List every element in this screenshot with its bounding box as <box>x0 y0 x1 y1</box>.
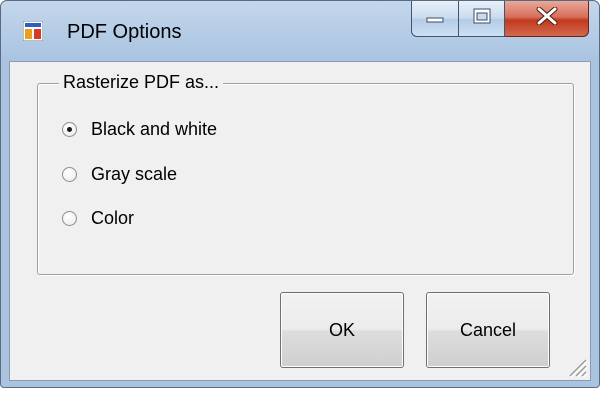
dialog-window: PDF Options Rasterize PDF as... Black an… <box>0 0 600 388</box>
minimize-button[interactable] <box>411 1 459 37</box>
radio-label-color: Color <box>91 208 135 228</box>
minimize-icon <box>426 10 444 28</box>
caption-buttons <box>411 1 589 39</box>
close-icon <box>536 6 558 30</box>
maximize-button[interactable] <box>459 1 505 37</box>
cancel-button[interactable]: Cancel <box>426 292 550 368</box>
radio-button-checked[interactable] <box>62 121 77 137</box>
title-bar[interactable]: PDF Options <box>1 1 599 61</box>
radio-button-unchecked[interactable] <box>62 210 77 226</box>
window-title: PDF Options <box>67 21 182 43</box>
radio-black-and-white[interactable]: Black and white <box>62 114 217 144</box>
group-legend: Rasterize PDF as... <box>59 70 224 94</box>
radio-label-black-and-white: Black and white <box>91 119 218 139</box>
resize-grip-icon[interactable] <box>566 356 588 378</box>
radio-gray-scale[interactable]: Gray scale <box>62 159 177 189</box>
ok-button[interactable]: OK <box>280 292 404 368</box>
radio-color[interactable]: Color <box>62 203 134 233</box>
dialog-client-area: Rasterize PDF as... Black and white Gray… <box>9 61 591 381</box>
radio-button-unchecked[interactable] <box>62 166 77 182</box>
maximize-icon <box>473 8 491 29</box>
application-window-icon <box>22 20 44 42</box>
radio-label-gray-scale: Gray scale <box>91 164 178 184</box>
close-button[interactable] <box>505 1 589 37</box>
